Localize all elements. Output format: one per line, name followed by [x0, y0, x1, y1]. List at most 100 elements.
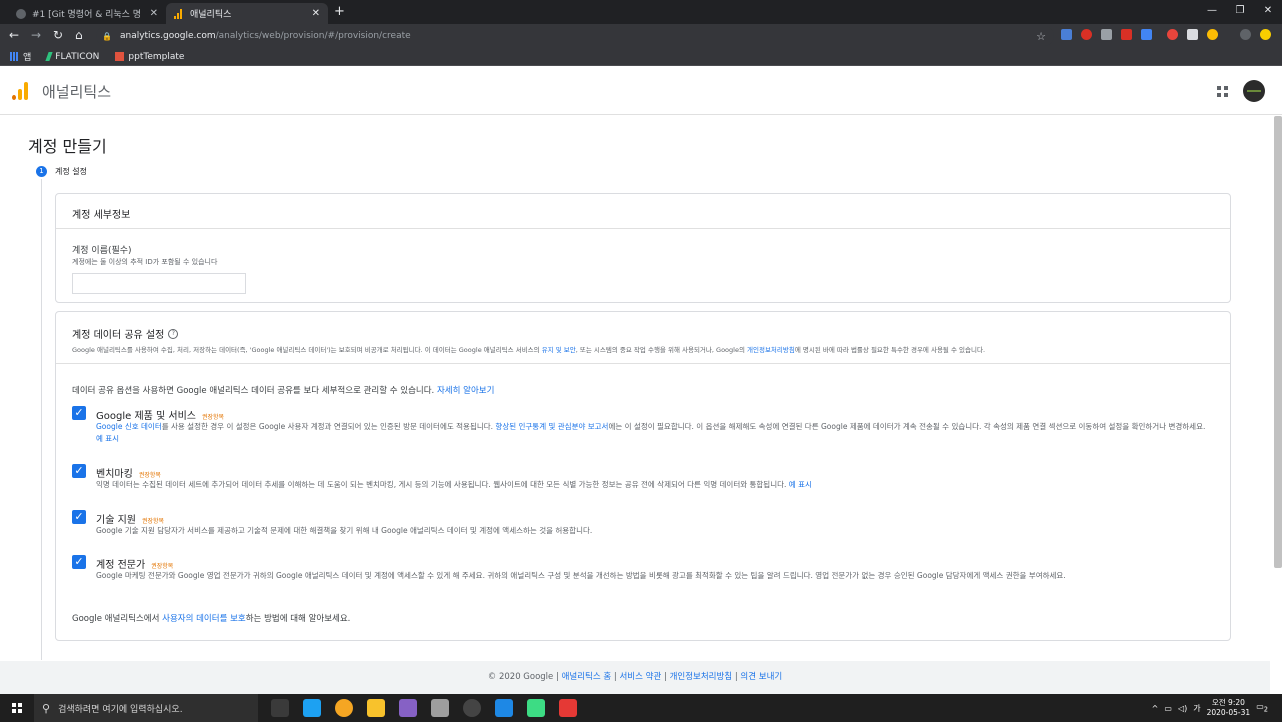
network-icon[interactable]: ▭ [1164, 704, 1172, 713]
task-view-icon[interactable] [271, 699, 289, 717]
file-explorer-icon[interactable] [367, 699, 385, 717]
close-icon[interactable]: ✕ [312, 8, 320, 19]
extension-icon[interactable] [1141, 29, 1152, 40]
notification-icon[interactable]: ▭2 [1256, 702, 1268, 714]
data-sharing-intro: 데이터 공유 옵션을 사용하면 Google 애널리틱스 데이터 공유를 보다 … [72, 384, 494, 396]
checkbox-benchmarking[interactable]: ✓ [72, 464, 86, 478]
recommended-badge: 권장항목 [141, 518, 165, 525]
data-sharing-card: 계정 데이터 공유 설정 ? Google 애널리틱스를 사용하여 수집, 처리… [55, 311, 1231, 641]
google-apps-icon[interactable] [1217, 86, 1228, 97]
extension-icon[interactable] [1081, 29, 1092, 40]
learn-more-link[interactable]: 자세히 알아보기 [437, 386, 494, 396]
extension-icon[interactable] [1207, 29, 1218, 40]
twitter-app-icon[interactable] [303, 699, 321, 717]
help-icon[interactable]: ? [168, 328, 179, 339]
search-icon: ⚲ [42, 701, 51, 715]
app-icon[interactable] [527, 699, 545, 717]
recommended-badge: 권장항목 [151, 563, 174, 570]
tab-label: #1 [Git 명령어 & 리눅스 명 [32, 10, 142, 20]
vscode-icon[interactable] [495, 699, 513, 717]
new-tab-button[interactable]: + [334, 4, 345, 19]
demographics-report-link[interactable]: 향상된 인구통계 및 관심분야 보고서 [495, 422, 608, 431]
back-icon[interactable]: ← [9, 28, 19, 42]
profile-icon[interactable] [1240, 29, 1251, 40]
card-heading: 계정 데이터 공유 설정 [72, 330, 165, 341]
tab-analytics[interactable]: 애널리틱스 ✕ [166, 3, 328, 24]
browser-tab-bar: #1 [Git 명령어 & 리눅스 명 ✕ 애널리틱스 ✕ + — ❐ ✕ [0, 0, 1282, 24]
windows-start-icon[interactable] [12, 703, 22, 713]
chevron-up-icon[interactable]: ^ [1152, 704, 1159, 713]
minimize-icon[interactable]: — [1198, 0, 1226, 24]
privacy-policy-link[interactable]: 개인정보처리방침 [747, 346, 795, 354]
maintenance-security-link[interactable]: 유지 및 보안 [542, 346, 576, 354]
data-protection-note: Google 애널리틱스에서 사용자의 데이터를 보호하는 방법에 대해 알아보… [72, 612, 350, 624]
intro-text: 데이터 공유 옵션을 사용하면 Google 애널리틱스 데이터 공유를 보다 … [72, 386, 435, 396]
recommended-badge: 권장항목 [138, 472, 161, 479]
page-footer: © 2020 Google | 애널리틱스 홈 | 서비스 약관 | 개인정보처… [0, 661, 1270, 694]
tab-git-commands[interactable]: #1 [Git 명령어 & 리눅스 명 ✕ [8, 3, 166, 24]
option-title: Google 제품 및 서비스 권장항목 [96, 407, 224, 422]
copyright: © 2020 Google [487, 672, 554, 682]
windows-taskbar: ⚲ 검색하려면 여기에 입력하십시오. ^ ▭ ◁) 가 오전 9:20 202… [0, 694, 1282, 722]
extension-icon[interactable] [1061, 29, 1072, 40]
extension-icon[interactable] [1101, 29, 1112, 40]
checkbox-account-specialists[interactable]: ✓ [72, 555, 86, 569]
url-path: /analytics/web/provision/#/provision/cre… [215, 31, 411, 41]
chrome-app-icon[interactable] [335, 699, 353, 717]
close-window-icon[interactable]: ✕ [1254, 0, 1282, 24]
protect-data-link[interactable]: 사용자의 데이터를 보호 [162, 614, 246, 624]
bookmark-ppttemplate[interactable]: pptTemplate [115, 52, 184, 62]
step-number-badge: 1 [36, 166, 47, 177]
analytics-logo-icon [12, 82, 28, 100]
browser-toolbar: ← → ↻ ⌂ 🔒 analytics.google.com /analytic… [0, 24, 1282, 48]
reload-icon[interactable]: ↻ [53, 28, 63, 42]
taskbar-search-placeholder: 검색하려면 여기에 입력하십시오. [58, 704, 183, 715]
account-details-card: 계정 세부정보 계정 이름(필수) 계정에는 둘 이상의 추적 ID가 포함될 … [55, 193, 1231, 303]
footer-link-feedback[interactable]: 의견 보내기 [740, 672, 782, 682]
bookmark-apps[interactable]: 앱 [10, 50, 31, 63]
unreal-engine-icon[interactable] [463, 699, 481, 717]
scrollbar[interactable] [1274, 116, 1282, 568]
footer-link-terms[interactable]: 서비스 약관 [619, 672, 661, 682]
ime-icon[interactable]: 가 [1193, 703, 1200, 714]
account-name-label: 계정 이름(필수) [72, 246, 132, 256]
desc-text: Google 애널리틱스를 사용하여 수집, 처리, 저장하는 데이터(즉, '… [72, 346, 542, 354]
app-icon[interactable] [431, 699, 449, 717]
google-signals-link[interactable]: Google 신호 데이터 [96, 422, 162, 431]
desc-text: 를 사용 설정한 경우 이 설정은 Google 사용자 계정과 연결되어 있는… [161, 422, 496, 431]
bookmark-star-icon[interactable]: ☆ [1036, 30, 1046, 43]
globe-icon [16, 8, 26, 19]
visual-studio-icon[interactable] [399, 699, 417, 717]
restore-icon[interactable]: ❐ [1226, 0, 1254, 24]
option-description: Google 신호 데이터를 사용 설정한 경우 이 설정은 Google 사용… [96, 421, 1208, 445]
desc-text: , 또는 시스템의 중요 작업 수행을 위해 사용되거나, Google의 [575, 346, 747, 354]
checkbox-google-products[interactable]: ✓ [72, 406, 86, 420]
avatar[interactable] [1243, 80, 1265, 102]
footer-link-analytics-home[interactable]: 애널리틱스 홈 [562, 672, 612, 682]
clock[interactable]: 오전 9:20 2020-05-31 [1207, 698, 1251, 718]
checkbox-technical-support[interactable]: ✓ [72, 510, 86, 524]
volume-icon[interactable]: ◁) [1178, 704, 1187, 713]
show-example-link[interactable]: 예 표시 [789, 480, 812, 489]
data-sharing-title: 계정 데이터 공유 설정 ? [72, 326, 1214, 341]
footer-link-privacy[interactable]: 개인정보처리방침 [670, 672, 733, 682]
adblock-icon[interactable] [1121, 29, 1132, 40]
system-tray: ^ ▭ ◁) 가 오전 9:20 2020-05-31 ▭2 [1152, 694, 1268, 722]
extension-icon[interactable] [1187, 29, 1198, 40]
bookmark-flaticon[interactable]: FLATICON [45, 52, 99, 62]
clock-time: 오전 9:20 [1211, 698, 1245, 707]
show-example-link[interactable]: 예 표시 [96, 434, 119, 443]
close-icon[interactable]: ✕ [150, 8, 158, 19]
url-domain: analytics.google.com [119, 31, 216, 41]
app-icon[interactable] [559, 699, 577, 717]
taskbar-search[interactable]: ⚲ 검색하려면 여기에 입력하십시오. [34, 694, 258, 722]
note-text: Google 애널리틱스에서 [72, 614, 163, 624]
menu-icon[interactable] [1260, 29, 1271, 40]
home-icon[interactable]: ⌂ [75, 28, 83, 42]
forward-icon[interactable]: → [31, 28, 41, 42]
option-description: Google 기술 지원 담당자가 서비스를 제공하고 기술적 문제에 대한 해… [96, 526, 593, 535]
address-bar[interactable]: 🔒 analytics.google.com /analytics/web/pr… [96, 26, 1054, 46]
notification-count: 2 [1263, 705, 1268, 714]
extension-icon[interactable] [1167, 29, 1178, 40]
account-name-input[interactable] [72, 273, 246, 294]
